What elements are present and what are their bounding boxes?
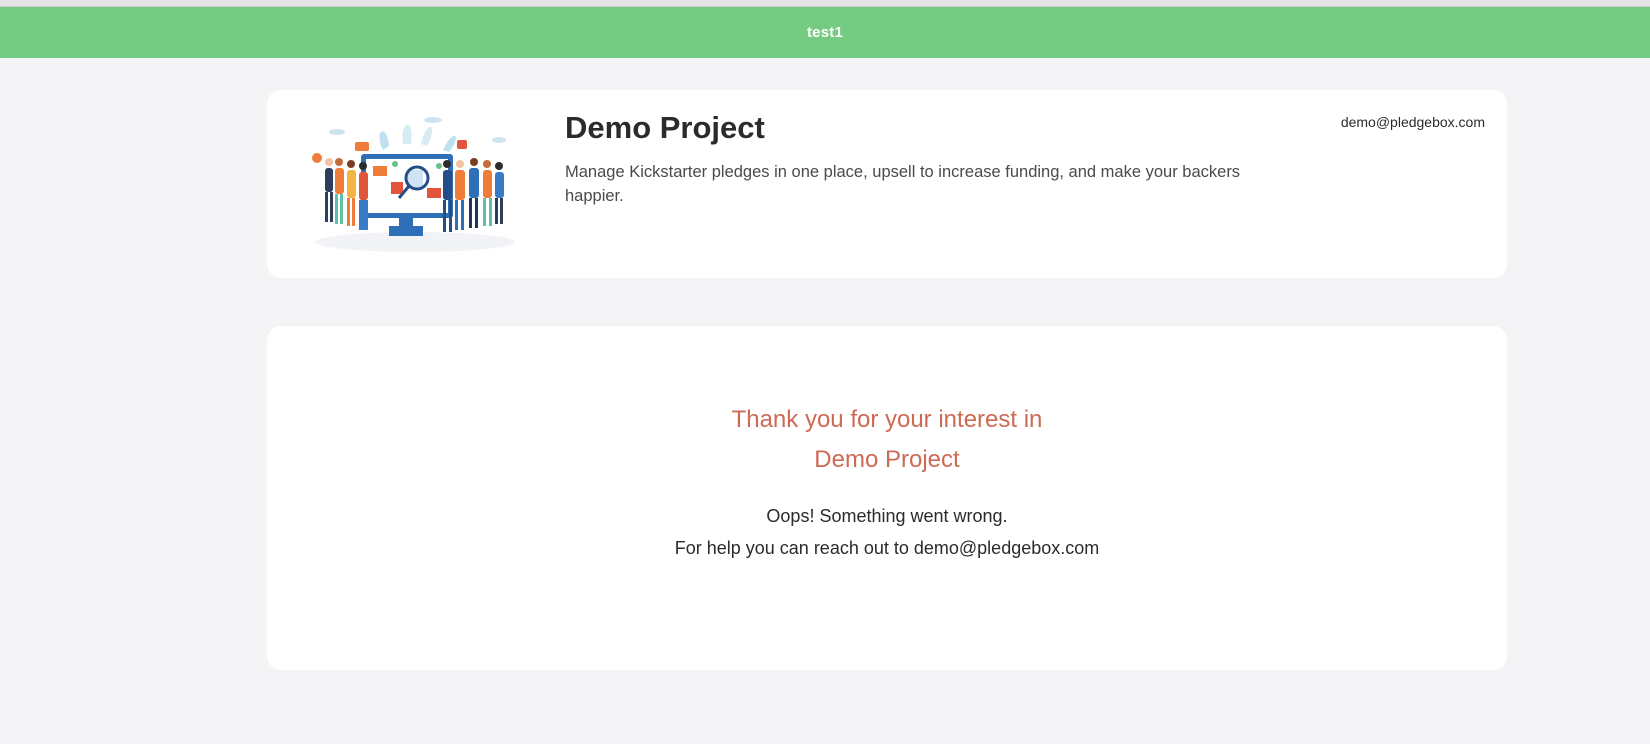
status-card: Thank you for your interest in Demo Proj… [267,326,1507,670]
top-banner: test1 [0,7,1650,58]
team-dashboard-illustration-icon [303,110,527,258]
thank-you-heading: Thank you for your interest in Demo Proj… [267,400,1507,480]
error-text: Oops! Something went wrong. [766,506,1008,526]
contact-email-link[interactable]: demo@pledgebox.com [1341,114,1485,130]
project-header-card: Demo Project Manage Kickstarter pledges … [267,90,1507,278]
error-message: Oops! Something went wrong. For help you… [267,500,1507,564]
browser-top-edge [0,0,1650,7]
banner-title: test1 [806,24,844,41]
project-title: Demo Project [565,110,765,145]
thank-you-line-2: Demo Project [814,446,960,473]
project-description: Manage Kickstarter pledges in one place,… [565,163,1241,205]
help-text: For help you can reach out to demo@pledg… [674,538,1100,558]
thank-you-line-1: Thank you for your interest in [731,406,1043,433]
